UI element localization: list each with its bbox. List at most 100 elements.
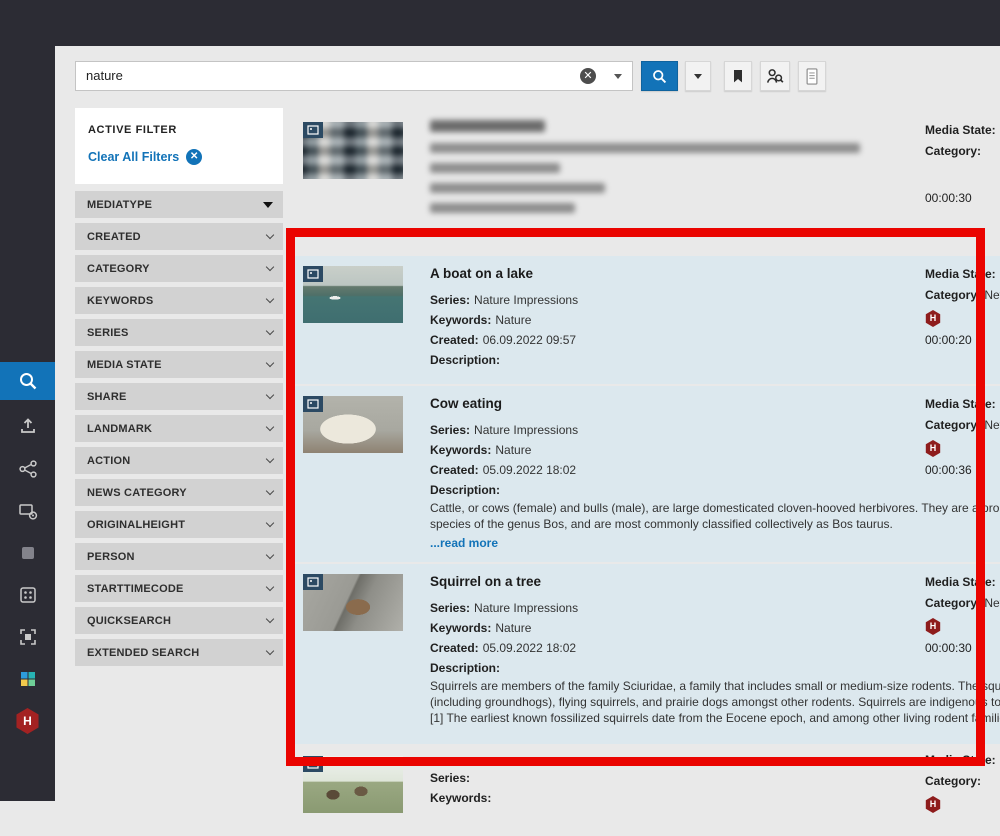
chevron-down-icon [266,262,274,270]
h-badge-icon: H [925,796,941,813]
result-thumbnail[interactable] [303,756,403,813]
clear-search-icon[interactable]: ✕ [580,68,596,84]
saved-user-search-button[interactable] [760,61,790,91]
result-item[interactable]: Media State: Category: 00:00:30 [290,112,1000,234]
sidebar-upload-button[interactable] [0,406,55,444]
filter-starttimecode[interactable]: STARTTIMECODE [75,575,283,602]
h-badge-icon: H [925,618,941,635]
result-item[interactable]: Squirrel on a tree Series:Nature Impress… [290,564,1000,744]
search-query[interactable]: nature [86,62,123,90]
keywords-value: Nature [495,313,531,327]
description-line: species of the genus Bos, and are most c… [430,516,1000,532]
filter-series[interactable]: SERIES [75,319,283,346]
result-status-column: Media State: Category: H [925,750,1000,816]
sidebar-apps-button[interactable] [0,660,55,698]
series-line: Series:Nature Impressions [430,290,1000,310]
filter-mediatype[interactable]: MEDIATYPE [75,191,283,218]
sidebar-brand-button[interactable]: H [0,702,55,740]
filter-extended-search[interactable]: EXTENDED SEARCH [75,639,283,666]
result-title[interactable]: Cow eating [430,396,1000,411]
description-label: Description: [430,480,1000,500]
sidebar-search-button[interactable] [0,362,55,400]
bookmark-button[interactable] [724,61,752,91]
chevron-down-icon [266,294,274,302]
keywords-label: Keywords: [430,313,491,327]
chevron-down-icon [266,358,274,366]
sidebar-cube-button[interactable] [0,534,55,572]
result-item[interactable]: A boat on a lake Series:Nature Impressio… [290,256,1000,384]
result-thumbnail[interactable] [303,396,403,453]
read-more-link[interactable]: ...read more [430,536,498,550]
sidebar-media-settings-button[interactable] [0,492,55,530]
result-thumbnail[interactable] [303,122,403,179]
result-item[interactable]: Cow eating Series:Nature Impressions Key… [290,386,1000,562]
series-line: Series: Nature Impressions [430,420,1000,440]
result-thumbnail[interactable] [303,266,403,323]
result-thumbnail[interactable] [303,574,403,631]
series-label: Series: [430,423,470,437]
search-button[interactable] [641,61,678,91]
sidebar: H [0,0,55,801]
search-icon [17,370,39,392]
keywords-line: Keywords: [430,788,1000,808]
qr-scan-icon [18,627,38,647]
result-status-column: Media State: Category: News H 00:00:36 [925,394,1000,481]
spacer [925,162,1000,188]
filter-share[interactable]: SHARE [75,383,283,410]
sidebar-collections-button[interactable] [0,576,55,614]
filter-quicksearch[interactable]: QUICKSEARCH [75,607,283,634]
filter-created[interactable]: CREATED [75,223,283,250]
filter-news-category[interactable]: NEWS CATEGORY [75,479,283,506]
media-type-badge-icon [303,266,323,282]
chevron-down-icon [266,486,274,494]
filter-action[interactable]: ACTION [75,447,283,474]
filter-label: KEYWORDS [87,295,153,307]
sidebar-qr-scan-button[interactable] [0,618,55,656]
filter-keywords[interactable]: KEYWORDS [75,287,283,314]
category-value: News [984,596,1000,610]
series-line: Series: [430,768,1000,788]
media-settings-icon [17,500,39,522]
result-status-column: Media State: Category: News H 00:00:30 [925,572,1000,659]
search-options-dropdown-button[interactable] [685,61,711,91]
result-title[interactable]: Squirrel on a tree [430,574,1000,589]
description-label: Description: [430,658,1000,678]
document-icon [804,67,820,86]
result-title[interactable]: A boat on a lake [430,266,1000,281]
series-value: Nature Impressions [474,423,578,437]
category-value: News [984,418,1000,432]
result-text: Cow eating Series:Nature Impressions Key… [430,394,1000,552]
filter-label: LANDMARK [87,423,152,435]
filter-landmark[interactable]: LANDMARK [75,415,283,442]
filter-originalheight[interactable]: ORIGINALHEIGHT [75,511,283,538]
category-value: News [984,288,1000,302]
media-state-label: Media State: [925,572,1000,593]
filter-label: MEDIA STATE [87,359,162,371]
bookmark-icon [730,67,746,85]
filter-label: MEDIATYPE [87,199,152,211]
filter-media-state[interactable]: MEDIA STATE [75,351,283,378]
media-state-label: Media State: [925,394,1000,415]
series-label: Series: [430,771,470,785]
description-line: Squirrels are members of the family Sciu… [430,678,1000,694]
result-text: Squirrel on a tree Series:Nature Impress… [430,572,1000,726]
filter-person[interactable]: PERSON [75,543,283,570]
document-button[interactable] [798,61,826,91]
filter-category[interactable]: CATEGORY [75,255,283,282]
chevron-down-icon [266,582,274,590]
active-filter-title: ACTIVE FILTER [88,124,270,136]
chevron-down-icon [266,550,274,558]
x-circle-icon[interactable]: ✕ [186,149,202,165]
filter-label: SERIES [87,327,129,339]
series-value: Nature Impressions [474,601,578,615]
filter-label: QUICKSEARCH [87,615,171,627]
search-suggest-caret-icon[interactable] [614,74,622,79]
filter-label: SHARE [87,391,127,403]
duration: 00:00:20 [925,330,1000,351]
duration: 00:00:30 [925,638,1000,659]
sidebar-workflow-button[interactable] [0,450,55,488]
clear-all-filters[interactable]: Clear All Filters ✕ [88,149,270,165]
result-item[interactable]: Series: Keywords: Media State: Category:… [290,746,1000,836]
search-input[interactable]: nature ✕ [75,61,633,91]
media-type-badge-icon [303,756,323,772]
